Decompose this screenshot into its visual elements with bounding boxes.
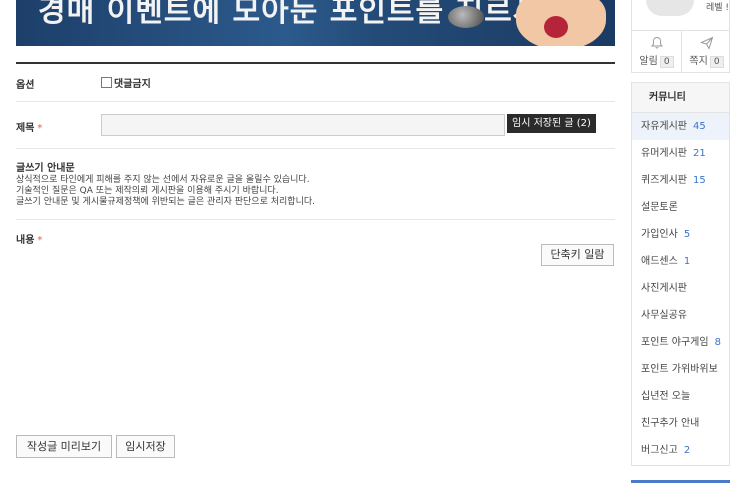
event-banner[interactable]: 경매 이벤트에 모아둔 포인트를 지르세요! bbox=[16, 0, 615, 46]
notify-count: 0 bbox=[659, 56, 674, 68]
sidebar-item-count: 21 bbox=[693, 148, 706, 159]
sidebar-item-count: 45 bbox=[693, 121, 706, 132]
message-button[interactable]: 쪽지 0 bbox=[682, 31, 730, 72]
preview-button[interactable]: 작성글 미리보기 bbox=[16, 435, 112, 458]
sidebar-item[interactable]: 포인트 야구게임 8 bbox=[632, 329, 729, 356]
paper-plane-icon bbox=[699, 36, 714, 50]
microphone-image bbox=[448, 6, 484, 28]
notify-button[interactable]: 알림 0 bbox=[632, 31, 681, 72]
divider bbox=[16, 148, 615, 149]
divider bbox=[16, 101, 615, 102]
notification-row: 알림 0 쪽지 0 bbox=[631, 30, 730, 73]
message-count: 0 bbox=[709, 56, 724, 68]
sidebar-item[interactable]: 가입인사 5 bbox=[632, 221, 729, 248]
sidebar-item-count: 2 bbox=[683, 445, 691, 456]
temp-saved-button[interactable]: 임시 저장된 글 (2) bbox=[507, 114, 596, 133]
sidebar-item[interactable]: 퀴즈게시판 15 bbox=[632, 167, 729, 194]
required-mark: * bbox=[37, 123, 43, 134]
community-list: 자유게시판 45 유머게시판 21 퀴즈게시판 15 설문토론 가입인사 5 애드센스 1 사진게시판… bbox=[632, 113, 729, 464]
divider bbox=[16, 219, 615, 220]
sidebar-item[interactable]: 사진게시판 bbox=[632, 275, 729, 302]
level-text: 레벨 ! bbox=[706, 3, 730, 13]
message-label: 쪽지 bbox=[689, 56, 708, 67]
title-input[interactable] bbox=[101, 114, 505, 136]
sidebar-item[interactable]: 자유게시판 45 bbox=[632, 113, 729, 140]
bell-icon bbox=[650, 36, 664, 50]
sidebar-item-label: 퀴즈게시판 bbox=[641, 175, 687, 186]
sidebar-item-label: 포인트 가위바위보 bbox=[641, 364, 718, 375]
sidebar-item-label: 애드센스 bbox=[641, 256, 678, 267]
option-label: 옵션 bbox=[16, 80, 35, 91]
notify-label: 알림 bbox=[639, 56, 658, 67]
sidebar-item-label: 친구추가 안내 bbox=[641, 418, 700, 429]
sidebar-item-count: 8 bbox=[714, 337, 721, 348]
sidebar-item[interactable]: 애드센스 1 bbox=[632, 248, 729, 275]
sidebar-item[interactable]: 친구추가 안내 bbox=[632, 410, 729, 437]
sidebar-item-label: 유머게시판 bbox=[641, 148, 687, 159]
sidebar-item-label: 십년전 오늘 bbox=[641, 391, 691, 402]
sidebar-item-label: 버그신고 bbox=[641, 445, 678, 456]
form-top-divider bbox=[16, 62, 615, 64]
no-comment-label[interactable]: 댓글금지 bbox=[114, 75, 151, 90]
sidebar-item[interactable]: 설문토론 bbox=[632, 194, 729, 221]
save-draft-button[interactable]: 임시저장 bbox=[116, 435, 175, 458]
sidebar-item-count: 15 bbox=[693, 175, 706, 186]
sidebar-item[interactable]: 유머게시판 21 bbox=[632, 140, 729, 167]
mouth-image bbox=[544, 16, 568, 38]
community-menu: 커뮤니티 자유게시판 45 유머게시판 21 퀴즈게시판 15 설문토론 가입인사 5 애드센스 1… bbox=[631, 82, 730, 466]
sidebar-item-label: 포인트 야구게임 bbox=[641, 337, 709, 348]
sidebar-item-label: 가입인사 bbox=[641, 229, 678, 240]
banner-text: 경매 이벤트에 모아둔 포인트를 지르세요! bbox=[38, 0, 585, 29]
sidebar-item-count: 5 bbox=[683, 229, 691, 240]
sidebar-item[interactable]: 버그신고 2 bbox=[632, 437, 729, 464]
sidebar-item-label: 설문토론 bbox=[641, 202, 678, 213]
shortcut-list-button[interactable]: 단축키 일람 bbox=[541, 244, 614, 266]
no-comment-checkbox[interactable] bbox=[101, 77, 112, 88]
sidebar-item-label: 사무실공유 bbox=[641, 310, 687, 321]
community-title: 커뮤니티 bbox=[632, 83, 729, 113]
sidebar-item-count: 1 bbox=[683, 256, 691, 267]
content-label: 내용 * bbox=[16, 235, 43, 246]
sidebar-item-label: 자유게시판 bbox=[641, 121, 687, 132]
sidebar-item-label: 사진게시판 bbox=[641, 283, 687, 294]
title-label: 제목 * bbox=[16, 123, 43, 134]
sidebar-item[interactable]: 포인트 가위바위보 bbox=[632, 356, 729, 383]
guide-line: 글쓰기 안내문 및 게시물규제정책에 위반되는 글은 관리자 판단으로 처리합니… bbox=[16, 197, 315, 207]
sidebar-item[interactable]: 십년전 오늘 bbox=[632, 383, 729, 410]
sidebar-item[interactable]: 사무실공유 bbox=[632, 302, 729, 329]
required-mark: * bbox=[37, 235, 43, 246]
